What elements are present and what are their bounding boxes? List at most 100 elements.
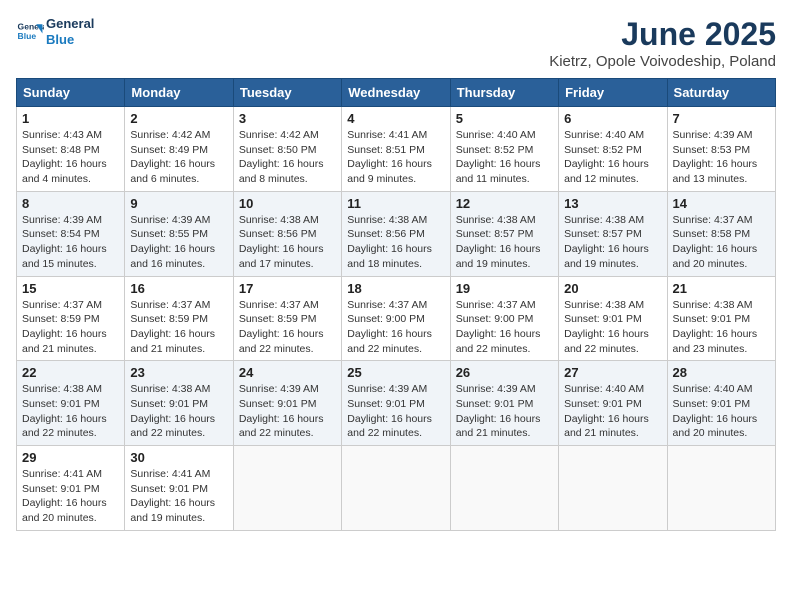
calendar-cell: 8Sunrise: 4:39 AMSunset: 8:54 PMDaylight… (17, 191, 125, 276)
day-info: Sunrise: 4:37 AMSunset: 9:00 PMDaylight:… (456, 298, 553, 357)
calendar-cell: 25 Sunrise: 4:39 AMSunset: 9:01 PMDayligh… (342, 361, 450, 446)
day-info: Sunrise: 4:41 AMSunset: 9:01 PMDaylight:… (130, 467, 227, 526)
day-info: Sunrise: 4:41 AMSunset: 8:51 PMDaylight:… (347, 128, 444, 187)
calendar-cell: 1Sunrise: 4:43 AMSunset: 8:48 PMDaylight… (17, 107, 125, 192)
day-number: 5 (456, 111, 553, 126)
day-info: Sunrise: 4:38 AMSunset: 8:56 PMDaylight:… (347, 213, 444, 272)
calendar-cell: 12 Sunrise: 4:38 AMSunset: 8:57 PMDayligh… (450, 191, 558, 276)
day-number: 14 (673, 196, 770, 211)
day-info: Sunrise: 4:40 AMSunset: 8:52 PMDaylight:… (564, 128, 661, 187)
day-number: 27 (564, 365, 661, 380)
day-number: 28 (673, 365, 770, 380)
day-number: 22 (22, 365, 119, 380)
calendar-cell: 5 Sunrise: 4:40 AMSunset: 8:52 PMDaylight… (450, 107, 558, 192)
day-info: Sunrise: 4:39 AMSunset: 9:01 PMDaylight:… (239, 382, 336, 441)
logo-icon: General Blue (16, 18, 44, 46)
day-info: Sunrise: 4:42 AMSunset: 8:50 PMDaylight:… (239, 128, 336, 187)
day-number: 30 (130, 450, 227, 465)
day-number: 20 (564, 281, 661, 296)
day-number: 26 (456, 365, 553, 380)
calendar-cell: 2 Sunrise: 4:42 AMSunset: 8:49 PMDaylight… (125, 107, 233, 192)
day-number: 3 (239, 111, 336, 126)
day-info: Sunrise: 4:37 AMSunset: 9:00 PMDaylight:… (347, 298, 444, 357)
day-number: 18 (347, 281, 444, 296)
calendar-cell: 22 Sunrise: 4:38 AMSunset: 9:01 PMDayligh… (17, 361, 125, 446)
calendar-cell: 15 Sunrise: 4:37 AMSunset: 8:59 PMDayligh… (17, 276, 125, 361)
calendar-cell: 14 Sunrise: 4:37 AMSunset: 8:58 PMDayligh… (667, 191, 775, 276)
calendar-cell: 6 Sunrise: 4:40 AMSunset: 8:52 PMDaylight… (559, 107, 667, 192)
calendar-header-wednesday: Wednesday (342, 79, 450, 107)
calendar-header-tuesday: Tuesday (233, 79, 341, 107)
svg-text:Blue: Blue (18, 31, 37, 41)
day-number: 12 (456, 196, 553, 211)
calendar-cell: 23 Sunrise: 4:38 AMSunset: 9:01 PMDayligh… (125, 361, 233, 446)
calendar-cell: 16 Sunrise: 4:37 AMSunset: 8:59 PMDayligh… (125, 276, 233, 361)
calendar-week-row: 8Sunrise: 4:39 AMSunset: 8:54 PMDaylight… (17, 191, 776, 276)
day-number: 17 (239, 281, 336, 296)
logo-line1: General (46, 16, 94, 32)
day-number: 15 (22, 281, 119, 296)
day-info: Sunrise: 4:38 AMSunset: 9:01 PMDaylight:… (564, 298, 661, 357)
calendar-cell: 21 Sunrise: 4:38 AMSunset: 9:01 PMDayligh… (667, 276, 775, 361)
calendar-cell: 3 Sunrise: 4:42 AMSunset: 8:50 PMDaylight… (233, 107, 341, 192)
calendar-cell: 10 Sunrise: 4:38 AMSunset: 8:56 PMDayligh… (233, 191, 341, 276)
calendar-cell (342, 446, 450, 531)
calendar-cell: 26 Sunrise: 4:39 AMSunset: 9:01 PMDayligh… (450, 361, 558, 446)
day-info: Sunrise: 4:43 AMSunset: 8:48 PMDaylight:… (22, 128, 119, 187)
title-area: June 2025 Kietrz, Opole Voivodeship, Pol… (549, 16, 776, 70)
main-title: June 2025 (549, 16, 776, 53)
day-info: Sunrise: 4:42 AMSunset: 8:49 PMDaylight:… (130, 128, 227, 187)
day-info: Sunrise: 4:38 AMSunset: 8:57 PMDaylight:… (456, 213, 553, 272)
day-info: Sunrise: 4:37 AMSunset: 8:59 PMDaylight:… (239, 298, 336, 357)
calendar-cell: 27Sunrise: 4:40 AMSunset: 9:01 PMDayligh… (559, 361, 667, 446)
day-info: Sunrise: 4:38 AMSunset: 8:56 PMDaylight:… (239, 213, 336, 272)
calendar-cell: 30 Sunrise: 4:41 AMSunset: 9:01 PMDayligh… (125, 446, 233, 531)
day-info: Sunrise: 4:38 AMSunset: 9:01 PMDaylight:… (130, 382, 227, 441)
calendar-cell: 7Sunrise: 4:39 AMSunset: 8:53 PMDaylight… (667, 107, 775, 192)
day-number: 19 (456, 281, 553, 296)
day-info: Sunrise: 4:38 AMSunset: 9:01 PMDaylight:… (22, 382, 119, 441)
day-number: 13 (564, 196, 661, 211)
day-info: Sunrise: 4:38 AMSunset: 9:01 PMDaylight:… (673, 298, 770, 357)
calendar-cell: 28Sunrise: 4:40 AMSunset: 9:01 PMDayligh… (667, 361, 775, 446)
day-number: 10 (239, 196, 336, 211)
calendar-header-sunday: Sunday (17, 79, 125, 107)
day-number: 24 (239, 365, 336, 380)
calendar-cell: 4 Sunrise: 4:41 AMSunset: 8:51 PMDaylight… (342, 107, 450, 192)
day-info: Sunrise: 4:39 AMSunset: 9:01 PMDaylight:… (347, 382, 444, 441)
calendar-header-monday: Monday (125, 79, 233, 107)
calendar-table: SundayMondayTuesdayWednesdayThursdayFrid… (16, 78, 776, 531)
calendar-header-thursday: Thursday (450, 79, 558, 107)
day-number: 6 (564, 111, 661, 126)
day-number: 2 (130, 111, 227, 126)
calendar-week-row: 15 Sunrise: 4:37 AMSunset: 8:59 PMDayligh… (17, 276, 776, 361)
day-number: 16 (130, 281, 227, 296)
calendar-header-row: SundayMondayTuesdayWednesdayThursdayFrid… (17, 79, 776, 107)
calendar-cell (559, 446, 667, 531)
logo: General Blue General Blue (16, 16, 94, 47)
day-number: 4 (347, 111, 444, 126)
day-info: Sunrise: 4:39 AMSunset: 9:01 PMDaylight:… (456, 382, 553, 441)
calendar-cell (450, 446, 558, 531)
day-number: 23 (130, 365, 227, 380)
day-info: Sunrise: 4:37 AMSunset: 8:59 PMDaylight:… (130, 298, 227, 357)
day-info: Sunrise: 4:37 AMSunset: 8:59 PMDaylight:… (22, 298, 119, 357)
subtitle: Kietrz, Opole Voivodeship, Poland (549, 53, 776, 70)
calendar-cell: 13 Sunrise: 4:38 AMSunset: 8:57 PMDayligh… (559, 191, 667, 276)
day-info: Sunrise: 4:38 AMSunset: 8:57 PMDaylight:… (564, 213, 661, 272)
day-number: 25 (347, 365, 444, 380)
calendar-cell: 19 Sunrise: 4:37 AMSunset: 9:00 PMDayligh… (450, 276, 558, 361)
calendar-cell: 29Sunrise: 4:41 AMSunset: 9:01 PMDayligh… (17, 446, 125, 531)
calendar-header-saturday: Saturday (667, 79, 775, 107)
day-info: Sunrise: 4:41 AMSunset: 9:01 PMDaylight:… (22, 467, 119, 526)
day-info: Sunrise: 4:40 AMSunset: 8:52 PMDaylight:… (456, 128, 553, 187)
calendar-cell: 24 Sunrise: 4:39 AMSunset: 9:01 PMDayligh… (233, 361, 341, 446)
day-info: Sunrise: 4:39 AMSunset: 8:54 PMDaylight:… (22, 213, 119, 272)
day-info: Sunrise: 4:39 AMSunset: 8:53 PMDaylight:… (673, 128, 770, 187)
day-info: Sunrise: 4:39 AMSunset: 8:55 PMDaylight:… (130, 213, 227, 272)
calendar-cell (667, 446, 775, 531)
day-info: Sunrise: 4:37 AMSunset: 8:58 PMDaylight:… (673, 213, 770, 272)
calendar-cell (233, 446, 341, 531)
day-number: 21 (673, 281, 770, 296)
calendar-body: 1Sunrise: 4:43 AMSunset: 8:48 PMDaylight… (17, 107, 776, 531)
